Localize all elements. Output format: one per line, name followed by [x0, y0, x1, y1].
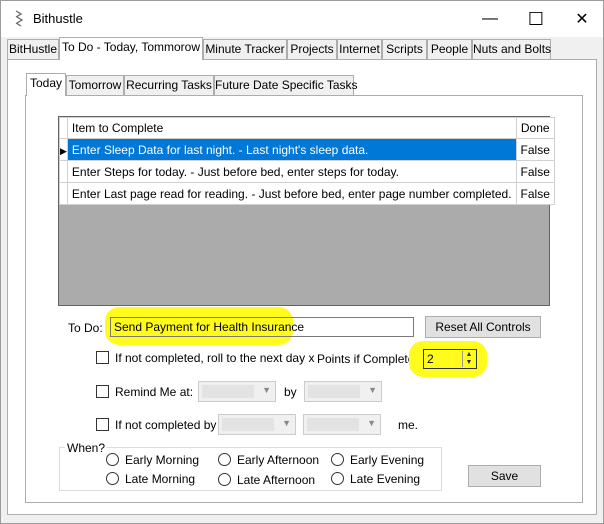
app-window: Bithustle — ☐ ✕ BitHustle To Do - Today,… — [0, 0, 604, 524]
title-bar: Bithustle — ☐ ✕ — [1, 1, 603, 37]
not-completed-suffix: me. — [398, 418, 419, 432]
reset-all-controls-button[interactable]: Reset All Controls — [425, 316, 541, 338]
save-button[interactable]: Save — [468, 465, 541, 487]
close-button[interactable]: ✕ — [559, 1, 604, 37]
grid-corner-cell — [59, 117, 68, 139]
row-item-cell[interactable]: Enter Last page read for reading. - Just… — [66, 182, 517, 205]
tab-today[interactable]: Today — [26, 73, 66, 96]
todo-table: Item to Complete Done ▶ Enter Sleep Data… — [59, 117, 555, 205]
remind-by-label: by — [284, 385, 297, 399]
row-header[interactable] — [59, 182, 68, 205]
remind-label: Remind Me at: — [115, 385, 194, 399]
radio-late-afternoon-label: Late Afternoon — [237, 473, 316, 487]
remind-time-select[interactable]: ▼ — [198, 381, 276, 402]
sub-tab-row: Today Tomorrow Recurring Tasks Future Da… — [26, 73, 366, 97]
tab-nuts-and-bolts[interactable]: Nuts and Bolts — [472, 39, 551, 59]
tab-future-date-tasks[interactable]: Future Date Specific Tasks — [214, 75, 358, 95]
column-header-done[interactable]: Done — [515, 117, 555, 139]
chevron-down-icon: ▼ — [367, 418, 376, 428]
not-completed-checkbox[interactable] — [96, 418, 109, 431]
tab-projects[interactable]: Projects — [287, 39, 337, 59]
tab-tomorrow[interactable]: Tomorrow — [66, 75, 124, 95]
radio-early-evening-label: Early Evening — [350, 453, 425, 467]
todo-input-value: Send Payment for Health Insurance — [114, 320, 305, 334]
column-header-item[interactable]: Item to Complete — [66, 117, 517, 139]
grid-header-row: Item to Complete Done — [59, 117, 555, 139]
todo-label: To Do: — [68, 321, 103, 335]
tab-internet[interactable]: Internet — [337, 39, 382, 59]
tab-people[interactable]: People — [427, 39, 472, 59]
minimize-button[interactable]: — — [467, 1, 513, 37]
roll-over-checkbox[interactable] — [96, 351, 109, 364]
not-completed-date-select[interactable]: ▼ — [218, 414, 296, 435]
points-stepper[interactable]: 2 ▲ ▼ — [423, 349, 477, 369]
remind-by-select[interactable]: ▼ — [304, 381, 382, 402]
tab-bithustle[interactable]: BitHustle — [7, 39, 59, 59]
table-row[interactable]: Enter Last page read for reading. - Just… — [59, 182, 555, 205]
tab-todo[interactable]: To Do - Today, Tommorow — [59, 37, 203, 60]
radio-late-afternoon[interactable] — [218, 473, 231, 486]
row-header[interactable]: ▶ — [59, 138, 68, 161]
not-completed-label: If not completed by — [115, 418, 217, 432]
row-item-cell[interactable]: Enter Sleep Data for last night. - Last … — [66, 138, 517, 161]
table-row[interactable]: ▶ Enter Sleep Data for last night. - Las… — [59, 138, 555, 161]
points-value: 2 — [427, 352, 434, 366]
maximize-icon: ☐ — [527, 8, 545, 29]
not-completed-time-select[interactable]: ▼ — [303, 414, 381, 435]
row-header[interactable] — [59, 160, 68, 183]
row-pointer-icon: ▶ — [60, 145, 67, 156]
radio-late-morning-label: Late Morning — [125, 472, 196, 486]
row-done-cell[interactable]: False — [515, 182, 555, 205]
todo-grid[interactable]: Item to Complete Done ▶ Enter Sleep Data… — [58, 116, 555, 306]
radio-early-morning[interactable] — [106, 453, 119, 466]
radio-late-evening[interactable] — [331, 472, 344, 485]
chevron-down-icon: ▼ — [262, 385, 271, 395]
radio-early-evening[interactable] — [331, 453, 344, 466]
radio-early-morning-label: Early Morning — [125, 453, 200, 467]
chevron-down-icon: ▼ — [368, 385, 377, 395]
minimize-icon: — — [482, 10, 498, 27]
remind-checkbox[interactable] — [96, 385, 109, 398]
radio-early-afternoon[interactable] — [218, 453, 231, 466]
row-done-cell[interactable]: False — [515, 160, 555, 183]
maximize-button[interactable]: ☐ — [513, 1, 559, 37]
radio-late-evening-label: Late Evening — [350, 472, 421, 486]
todo-input[interactable]: Send Payment for Health Insurance — [110, 317, 414, 337]
tab-scripts[interactable]: Scripts — [382, 39, 427, 59]
close-icon: ✕ — [575, 11, 589, 28]
radio-early-afternoon-label: Early Afternoon — [237, 453, 320, 467]
row-done-cell[interactable]: False — [515, 138, 555, 161]
window-title: Bithustle — [33, 11, 83, 26]
tab-minute-tracker[interactable]: Minute Tracker — [203, 39, 287, 59]
roll-over-label: If not completed, roll to the next day x — [115, 351, 315, 365]
app-icon — [15, 10, 24, 27]
spinner-arrows-icon[interactable]: ▲ ▼ — [462, 351, 475, 367]
table-row[interactable]: Enter Steps for today. - Just before bed… — [59, 160, 555, 183]
when-group-title: When? — [65, 441, 108, 455]
row-item-cell[interactable]: Enter Steps for today. - Just before bed… — [66, 160, 517, 183]
tab-recurring-tasks[interactable]: Recurring Tasks — [124, 75, 214, 95]
radio-late-morning[interactable] — [106, 472, 119, 485]
main-tab-row: BitHustle To Do - Today, Tommorow Minute… — [7, 37, 567, 61]
chevron-down-icon: ▼ — [282, 418, 291, 428]
